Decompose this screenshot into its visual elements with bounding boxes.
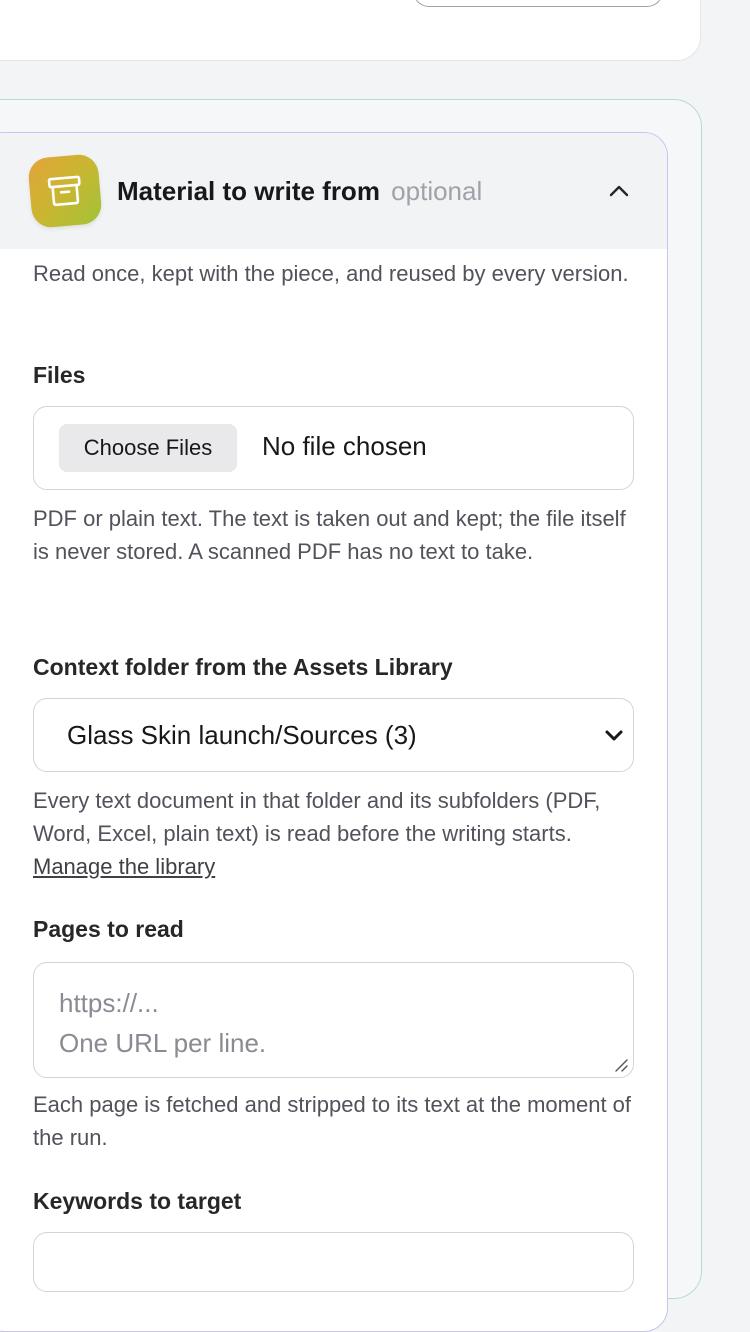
previous-section-card xyxy=(0,0,701,61)
context-folder-selected: Glass Skin launch/Sources (3) xyxy=(67,720,417,750)
pages-placeholder-line1: https://... xyxy=(59,988,159,1018)
keywords-label: Keywords to target xyxy=(33,1188,242,1214)
optional-tag: optional xyxy=(391,176,483,206)
pages-url-textarea[interactable]: https://... One URL per line. xyxy=(33,962,634,1078)
context-folder-help-text: Every text document in that folder and i… xyxy=(33,788,601,846)
context-folder-help: Every text document in that folder and i… xyxy=(33,784,643,883)
section-title: Material to write from optional xyxy=(117,176,482,207)
pages-placeholder-line2: One URL per line. xyxy=(59,1028,267,1058)
archive-box-icon xyxy=(27,153,103,229)
manage-library-link[interactable]: Manage the library xyxy=(33,854,215,879)
section-title-text: Material to write from xyxy=(117,176,380,206)
files-help: PDF or plain text. The text is taken out… xyxy=(33,506,626,564)
choose-files-button[interactable]: Choose Files xyxy=(59,424,237,472)
context-folder-select[interactable]: Glass Skin launch/Sources (3) xyxy=(33,698,634,772)
keywords-input[interactable] xyxy=(33,1232,634,1292)
context-folder-label: Context folder from the Assets Library xyxy=(33,654,453,680)
pages-help: Each page is fetched and stripped to its… xyxy=(33,1092,632,1150)
pages-placeholder: https://... One URL per line. xyxy=(59,983,266,1063)
file-input[interactable]: Choose Files No file chosen xyxy=(33,406,634,490)
chevron-down-icon xyxy=(603,725,625,747)
section-header[interactable]: Material to write from optional xyxy=(0,133,667,249)
previous-section-button[interactable] xyxy=(413,0,663,7)
section-description: Read once, kept with the piece, and reus… xyxy=(33,261,629,286)
resize-handle-icon[interactable] xyxy=(613,1057,629,1073)
pages-label: Pages to read xyxy=(33,916,184,942)
chevron-up-icon[interactable] xyxy=(607,179,631,203)
file-status: No file chosen xyxy=(262,431,427,461)
files-label: Files xyxy=(33,362,86,388)
